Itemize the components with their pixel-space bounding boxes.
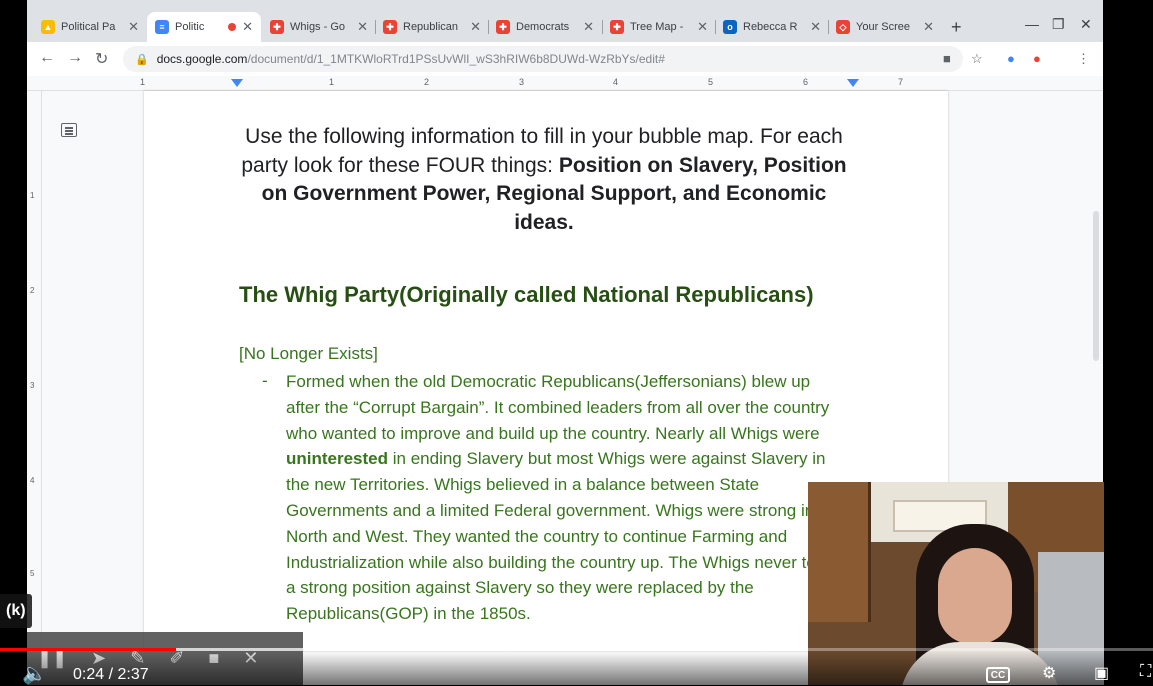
browser-tab[interactable]: ≡ Politic ✕ — [147, 12, 261, 42]
vruler-number: 5 — [30, 569, 35, 578]
close-window-icon[interactable]: ✕ — [1080, 16, 1092, 33]
new-tab-button[interactable]: + — [951, 17, 962, 38]
intro-paragraph: Use the following information to fill in… — [234, 123, 854, 237]
player-controls: 🔈 0:24 / 2:37 CC ⚙ ▣ ⛶ — [0, 651, 1153, 685]
ruler-number: 1 — [329, 77, 335, 87]
lock-icon: 🔒 — [135, 53, 149, 66]
tab-favicon-icon: ◇ — [836, 20, 850, 34]
browser-toolbar: ← → ↻ 🔒 docs.google.com/document/d/1_1MT… — [27, 42, 1103, 77]
tab-title: Politic — [175, 21, 205, 33]
minimize-icon[interactable]: — — [1025, 16, 1039, 32]
tab-favicon-icon: ≡ — [155, 20, 169, 34]
tab-favicon-icon: ✚ — [610, 20, 624, 34]
browser-tab[interactable]: ✚ Tree Map - ✕ — [602, 12, 716, 42]
para-bold-text: uninterested — [286, 449, 389, 469]
close-tab-icon[interactable]: ✕ — [923, 19, 934, 35]
ruler-number: 5 — [708, 77, 714, 87]
close-tab-icon[interactable]: ✕ — [583, 19, 594, 35]
tab-title: Whigs - Go — [290, 21, 346, 33]
miniplayer-icon[interactable]: ▣ — [1094, 663, 1109, 683]
tab-title: Political Pa — [61, 21, 116, 33]
close-tab-icon[interactable]: ✕ — [242, 19, 253, 35]
cam-cabinet — [808, 482, 871, 622]
ruler-number: 6 — [803, 77, 809, 87]
tab-separator — [715, 20, 716, 34]
star-icon[interactable]: ☆ — [971, 51, 983, 67]
more-menu-icon[interactable]: ⋮ — [1077, 51, 1090, 67]
tab-title: Democrats — [516, 21, 570, 33]
tab-title: Your Scree — [856, 21, 911, 33]
reload-icon[interactable]: ↻ — [95, 49, 108, 69]
browser-tab[interactable]: ▲ Political Pa ✕ — [33, 12, 147, 42]
right-indent-marker[interactable] — [847, 79, 859, 87]
tab-favicon-icon: o — [723, 20, 737, 34]
vruler-number: 4 — [30, 476, 35, 485]
close-tab-icon[interactable]: ✕ — [697, 19, 708, 35]
screencast-extension-icon[interactable]: ● — [1033, 51, 1041, 66]
time-display: 0:24 / 2:37 — [73, 666, 149, 683]
close-tab-icon[interactable]: ✕ — [357, 19, 368, 35]
para-text: in ending Slavery but most Whigs were ag… — [286, 449, 843, 624]
document-outline-icon[interactable] — [61, 123, 77, 137]
extension-icon[interactable]: ● — [1007, 51, 1015, 66]
close-tab-icon[interactable]: ✕ — [128, 19, 139, 35]
tab-separator — [375, 20, 376, 34]
url-path: /document/d/1_1MTKWloRTrd1PSsUvWlI_wS3hR… — [247, 52, 665, 66]
browser-tab[interactable]: ✚ Whigs - Go ✕ — [262, 12, 376, 42]
vertical-ruler: 1 2 3 4 5 — [27, 91, 42, 651]
recording-indicator-icon — [228, 23, 237, 31]
whig-description-paragraph: Formed when the old Democratic Republica… — [286, 369, 846, 627]
left-indent-marker[interactable] — [231, 79, 243, 87]
browser-tab[interactable]: ◇ Your Scree ✕ — [828, 12, 942, 42]
restore-icon[interactable]: ❐ — [1052, 16, 1065, 33]
ruler-number: 4 — [613, 77, 619, 87]
horizontal-ruler[interactable]: 1 1 2 3 4 5 6 7 — [27, 76, 1103, 91]
tab-separator — [828, 20, 829, 34]
camera-icon[interactable]: ■ — [943, 51, 951, 66]
captions-button[interactable]: CC — [986, 667, 1010, 683]
volume-icon[interactable]: 🔈 — [22, 661, 47, 686]
url-host: docs.google.com — [156, 52, 248, 66]
back-icon[interactable]: ← — [39, 49, 55, 67]
tab-title: Tree Map - — [630, 21, 684, 33]
tab-title: Rebecca R — [743, 21, 798, 33]
ruler-number: 7 — [898, 77, 904, 87]
ruler-number: 1 — [140, 77, 146, 87]
tab-title: Republican — [403, 21, 459, 33]
tab-strip: ▲ Political Pa ✕ ≡ Politic ✕ ✚ Whigs - Go ✕ ✚ Repu… — [27, 0, 1103, 42]
ruler-number: 3 — [519, 77, 525, 87]
forward-icon[interactable]: → — [67, 49, 83, 67]
vruler-number: 3 — [30, 381, 35, 390]
no-longer-exists-label: [No Longer Exists] — [239, 344, 378, 363]
settings-gear-icon[interactable]: ⚙ — [1042, 663, 1056, 683]
close-tab-icon[interactable]: ✕ — [810, 19, 821, 35]
document-scrollbar[interactable] — [1093, 211, 1099, 361]
whig-party-heading: The Whig Party(Originally called Nationa… — [239, 282, 814, 307]
presenter-face — [938, 548, 1012, 644]
tab-separator — [488, 20, 489, 34]
browser-tab[interactable]: ✚ Democrats ✕ — [488, 12, 602, 42]
vruler-number: 1 — [30, 191, 35, 200]
address-bar[interactable]: 🔒 docs.google.com/document/d/1_1MTKWloRT… — [123, 46, 963, 72]
para-text: Formed when the old Democratic Republica… — [286, 372, 830, 443]
browser-tab[interactable]: o Rebecca R ✕ — [715, 12, 829, 42]
tab-favicon-icon: ✚ — [270, 20, 284, 34]
vruler-number: 2 — [30, 286, 35, 295]
browser-tab[interactable]: ✚ Republican ✕ — [375, 12, 489, 42]
tab-favicon-icon: ✚ — [496, 20, 510, 34]
close-tab-icon[interactable]: ✕ — [470, 19, 481, 35]
tab-favicon-icon: ✚ — [383, 20, 397, 34]
fullscreen-icon[interactable]: ⛶ — [1140, 663, 1151, 681]
tab-separator — [602, 20, 603, 34]
bullet-marker: - — [262, 371, 268, 390]
tab-favicon-icon: ▲ — [41, 20, 55, 34]
keyboard-shortcut-badge: (k) — [0, 594, 32, 628]
ruler-number: 2 — [424, 77, 430, 87]
